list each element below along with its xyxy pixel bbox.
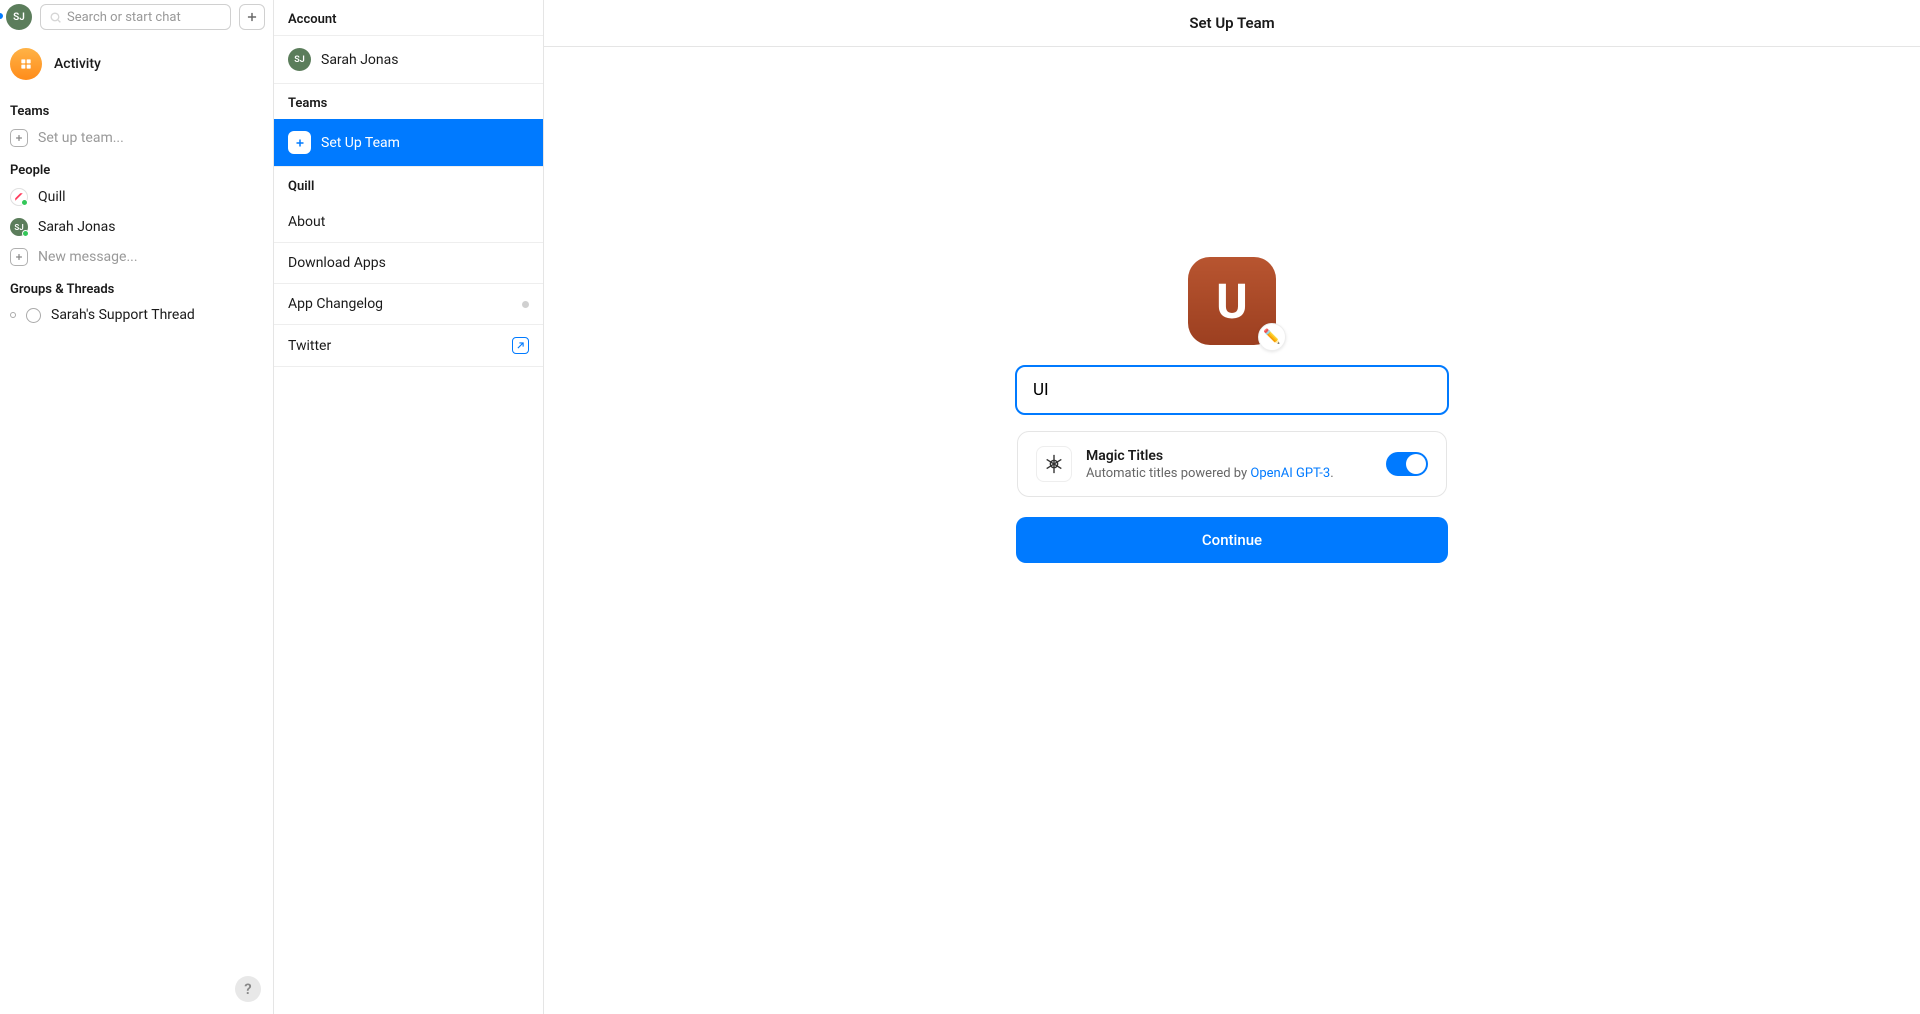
download-label: Download Apps (288, 255, 386, 271)
changelog-label: App Changelog (288, 296, 512, 312)
plus-square-icon (10, 248, 28, 266)
plus-square-icon (10, 129, 28, 147)
account-name: Sarah Jonas (321, 52, 398, 68)
add-team-icon (288, 131, 311, 154)
about-label: About (288, 214, 325, 230)
setup-team-item[interactable]: Set up team... (0, 123, 273, 153)
account-item[interactable]: SJ Sarah Jonas (274, 36, 543, 84)
download-item[interactable]: Download Apps (274, 243, 543, 284)
online-status-icon (21, 199, 28, 206)
thread-item[interactable]: Sarah's Support Thread (0, 301, 273, 329)
openai-icon (1036, 446, 1072, 482)
person-sarah-label: Sarah Jonas (38, 219, 263, 235)
top-bar: SJ Search or start chat (0, 0, 273, 34)
person-quill-label: Quill (38, 189, 263, 205)
activity-label: Activity (54, 56, 101, 72)
account-avatar-icon: SJ (288, 48, 311, 71)
openai-link[interactable]: OpenAI GPT-3 (1250, 466, 1330, 481)
thread-status-icon (10, 312, 16, 318)
twitter-item[interactable]: Twitter (274, 325, 543, 367)
new-message-label: New message... (38, 249, 263, 265)
online-status-icon (22, 230, 29, 237)
activity-icon (10, 48, 42, 80)
chat-bubble-icon (26, 308, 41, 323)
person-sarah[interactable]: SJ Sarah Jonas (0, 212, 273, 242)
thread-label: Sarah's Support Thread (51, 307, 263, 323)
twitter-label: Twitter (288, 338, 502, 354)
activity-item[interactable]: Activity (0, 34, 273, 94)
search-placeholder: Search or start chat (67, 10, 181, 25)
search-input[interactable]: Search or start chat (40, 4, 231, 30)
help-button[interactable]: ? (235, 976, 261, 1002)
team-avatar-container[interactable]: U ✏️ (1188, 257, 1276, 345)
main-content: Set Up Team U ✏️ Magic Titles Automatic … (544, 0, 1920, 1014)
groups-section-header: Groups & Threads (0, 272, 273, 301)
magic-titles-subtitle: Automatic titles powered by OpenAI GPT-3… (1086, 466, 1372, 481)
quill-section-header: Quill (274, 167, 543, 202)
user-avatar[interactable]: SJ (6, 4, 32, 30)
setup-team-settings-label: Set Up Team (321, 135, 400, 151)
search-icon (49, 11, 62, 24)
magic-titles-card: Magic Titles Automatic titles powered by… (1017, 431, 1447, 497)
sarah-avatar-icon: SJ (10, 218, 28, 236)
sidebar-left: SJ Search or start chat Activity Teams S… (0, 0, 274, 1014)
edit-avatar-button[interactable]: ✏️ (1258, 323, 1286, 351)
toggle-knob-icon (1406, 454, 1426, 474)
settings-panel: Account SJ Sarah Jonas Teams Set Up Team… (274, 0, 544, 1014)
magic-titles-text: Magic Titles Automatic titles powered by… (1086, 448, 1372, 481)
magic-titles-toggle[interactable] (1386, 452, 1428, 476)
external-link-icon (512, 337, 529, 354)
plus-icon (245, 10, 259, 24)
main-body: U ✏️ Magic Titles Automatic titles power… (544, 47, 1920, 1014)
account-section-header: Account (274, 0, 543, 36)
page-title: Set Up Team (544, 0, 1920, 47)
new-chat-button[interactable] (239, 4, 265, 30)
continue-button[interactable]: Continue (1016, 517, 1448, 563)
window-handle-icon (640, 1010, 920, 1014)
new-message-item[interactable]: New message... (0, 242, 273, 272)
teams-settings-header: Teams (274, 84, 543, 119)
team-name-input[interactable] (1015, 365, 1449, 415)
magic-titles-heading: Magic Titles (1086, 448, 1372, 464)
teams-section-header: Teams (0, 94, 273, 123)
setup-team-settings-item[interactable]: Set Up Team (274, 119, 543, 167)
people-section-header: People (0, 153, 273, 182)
setup-team-label: Set up team... (38, 130, 263, 146)
unread-dot-icon (522, 301, 529, 308)
quill-avatar-icon (10, 188, 28, 206)
person-quill[interactable]: Quill (0, 182, 273, 212)
changelog-item[interactable]: App Changelog (274, 284, 543, 325)
about-item[interactable]: About (274, 202, 543, 243)
